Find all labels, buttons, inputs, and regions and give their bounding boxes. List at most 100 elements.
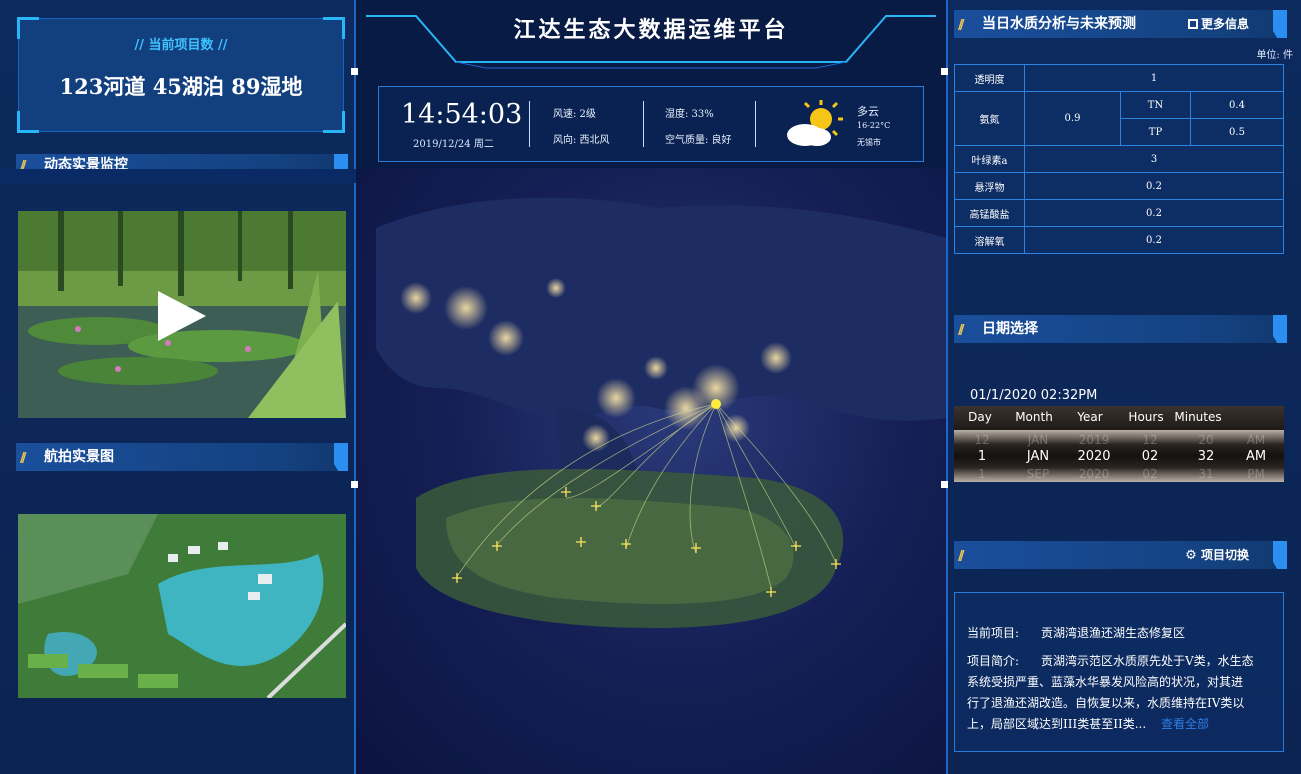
- aerial-scene: [18, 514, 346, 698]
- project-info-box: 当前项目: 贡湖湾退渔还湖生态修复区 项目简介: 贡湖湾示范区水质原先处于V类，…: [954, 592, 1284, 752]
- project-switch-button[interactable]: ⚙ 项目切换: [1185, 541, 1249, 570]
- project-count-label: // 当前项目数 //: [134, 38, 228, 53]
- wheel-ampm-prev[interactable]: AM: [1228, 433, 1284, 447]
- map-graphic: [376, 197, 946, 628]
- more-info-button[interactable]: 更多信息: [1187, 10, 1249, 38]
- wheel-ampm-selected[interactable]: AM: [1228, 449, 1284, 464]
- table-row: 氨氮 0.9 TN 0.4: [954, 91, 1284, 146]
- divider: [0, 169, 356, 183]
- slash-icon: //: [958, 18, 964, 33]
- live-monitor-video[interactable]: [18, 211, 346, 418]
- wheel-hours-selected[interactable]: 02: [1122, 449, 1178, 464]
- play-icon[interactable]: [158, 291, 206, 341]
- resize-handle[interactable]: [351, 481, 358, 488]
- tab-decoration: [1273, 541, 1287, 569]
- project-count-value: 123河道 45湖泊 89湿地: [59, 74, 303, 99]
- wind-direction: 风向: 西北风: [553, 135, 610, 146]
- wheel-ampm-next[interactable]: PM: [1228, 467, 1284, 481]
- water-quality-title: 当日水质分析与未来预测: [982, 16, 1136, 32]
- water-quality-section-title: // 当日水质分析与未来预测 更多信息: [954, 10, 1287, 38]
- wheel-month-next[interactable]: SEP: [1010, 467, 1066, 481]
- wheel-minutes-prev[interactable]: 20: [1178, 433, 1234, 447]
- header-year: Year: [1077, 410, 1103, 424]
- current-project-label: 当前项目:: [967, 626, 1020, 640]
- corner-decoration: [323, 111, 345, 133]
- divider: [755, 101, 756, 147]
- wheel-year-selected[interactable]: 2020: [1066, 449, 1122, 464]
- temperature-range: 16-22°C: [857, 121, 891, 130]
- resize-handle[interactable]: [351, 68, 358, 75]
- wheel-minutes-next[interactable]: 31: [1178, 467, 1234, 481]
- date-picker[interactable]: 01/1/2020 02:32PM Day Month Year Hours M…: [954, 386, 1284, 496]
- tab-decoration: [1273, 10, 1287, 38]
- header-minutes: Minutes: [1174, 410, 1222, 424]
- tp-label: TP: [1120, 118, 1191, 146]
- wheel-year-prev[interactable]: 2019: [1066, 433, 1122, 447]
- row-value: 0.2: [1024, 226, 1284, 254]
- date-picker-value: 01/1/2020 02:32PM: [970, 388, 1098, 403]
- clock-date: 2019/12/24 周二: [413, 139, 494, 150]
- slash-icon: //: [958, 323, 964, 338]
- intro-line: 行了退渔还湖改造。自恢复以来，水质维持在IV类以: [967, 696, 1245, 710]
- wheel-day-next[interactable]: 1: [954, 467, 1010, 481]
- divider: [643, 101, 644, 147]
- tab-decoration: [1273, 315, 1287, 343]
- row-name: 叶绿素a: [954, 145, 1025, 173]
- corner-decoration: [17, 111, 39, 133]
- project-switch-label: 项目切换: [1200, 548, 1249, 562]
- gear-icon: ⚙: [1185, 548, 1197, 563]
- origin-marker: [711, 399, 721, 409]
- table-row: 悬浮物 0.2: [954, 172, 1284, 200]
- header-month: Month: [1015, 410, 1053, 424]
- tn-value: 0.4: [1190, 91, 1284, 119]
- current-project-value: 贡湖湾退渔还湖生态修复区: [1041, 626, 1186, 640]
- table-row: 叶绿素a 3: [954, 145, 1284, 173]
- center-panel: 江达生态大数据运维平台 14:54:03 2019/12/24 周二 风速: 2…: [356, 0, 946, 774]
- world-night-map[interactable]: [356, 168, 946, 774]
- date-title: 日期选择: [982, 321, 1038, 337]
- left-panel: // 当前项目数 // 123河道 45湖泊 89湿地 // 动态实景监控 //…: [0, 0, 356, 774]
- intro-line: 系统受损严重、蓝藻水华暴发风险高的状况，对其进: [967, 675, 1244, 689]
- aerial-section-title: // 航拍实景图: [16, 443, 348, 471]
- water-quality-table: 透明度 1 氨氮 0.9 TN 0.4 TP 0.5 叶绿素a 3 悬浮物 0.…: [954, 64, 1284, 254]
- intro-line: 上，局部区域达到III类甚至II类...: [967, 717, 1147, 731]
- intro-label: 项目简介:: [967, 654, 1020, 668]
- slash-icon: //: [958, 549, 964, 564]
- wheel-day-selected[interactable]: 1: [954, 449, 1010, 464]
- weather-panel: 14:54:03 2019/12/24 周二 风速: 2级 风向: 西北风 湿度…: [378, 86, 924, 162]
- date-picker-wheels[interactable]: 12 JAN 2019 12 20 AM 1 JAN 2020 02 32 AM…: [954, 430, 1284, 482]
- wheel-day-prev[interactable]: 12: [954, 433, 1010, 447]
- slash-icon: //: [20, 451, 26, 466]
- more-info-label: 更多信息: [1200, 17, 1249, 31]
- intro-line: 贡湖湾示范区水质原先处于V类，水生态: [1041, 654, 1254, 668]
- row-name: 高锰酸盐: [954, 199, 1025, 227]
- aerial-photo[interactable]: [18, 514, 346, 698]
- copy-icon: [1187, 19, 1198, 29]
- city-name: 无锡市: [857, 138, 881, 147]
- wheel-hours-next[interactable]: 02: [1122, 467, 1178, 481]
- project-count-box: // 当前项目数 // 123河道 45湖泊 89湿地: [17, 17, 345, 133]
- wheel-month-prev[interactable]: JAN: [1010, 433, 1066, 447]
- view-all-link[interactable]: 查看全部: [1161, 714, 1209, 735]
- tn-label: TN: [1120, 91, 1191, 119]
- air-quality: 空气质量: 良好: [665, 135, 732, 146]
- row-name: 氨氮: [954, 91, 1025, 146]
- wheel-hours-prev[interactable]: 12: [1122, 433, 1178, 447]
- wheel-year-next[interactable]: 2020: [1066, 467, 1122, 481]
- table-row: 高锰酸盐 0.2: [954, 199, 1284, 227]
- wheel-month-selected[interactable]: JAN: [1010, 449, 1066, 464]
- row-value: 0.2: [1024, 199, 1284, 227]
- project-switch-section-title: // ⚙ 项目切换: [954, 541, 1287, 569]
- row-name: 悬浮物: [954, 172, 1025, 200]
- row-value: 3: [1024, 145, 1284, 173]
- wheel-minutes-selected[interactable]: 32: [1178, 449, 1234, 464]
- resize-handle[interactable]: [941, 68, 948, 75]
- row-value: 1: [1024, 64, 1284, 92]
- resize-handle[interactable]: [941, 481, 948, 488]
- unit-label: 单位: 件: [1256, 50, 1293, 61]
- humidity: 湿度: 33%: [665, 109, 714, 120]
- divider: [529, 101, 530, 147]
- partly-cloudy-icon: [787, 100, 843, 146]
- table-row: 透明度 1: [954, 64, 1284, 92]
- table-row: 溶解氧 0.2: [954, 226, 1284, 254]
